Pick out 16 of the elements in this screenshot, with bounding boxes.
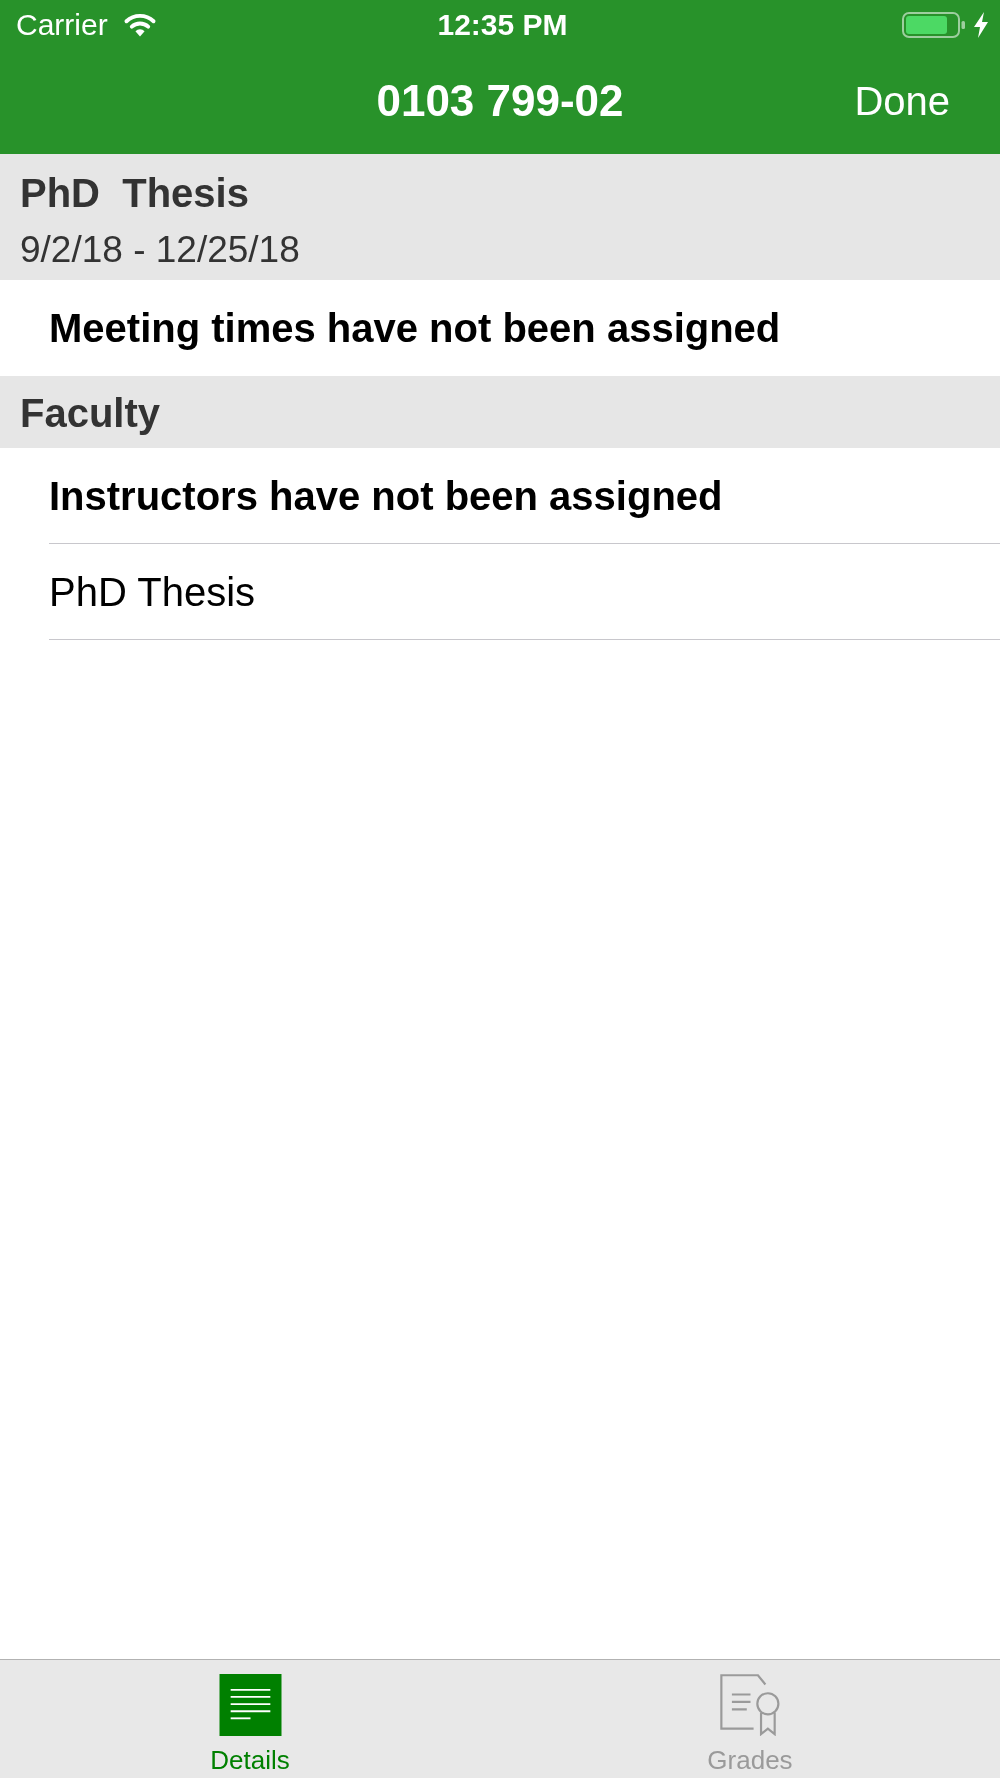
section-title: PhD Thesis	[20, 170, 250, 217]
clock-time: 12:35 PM	[437, 7, 568, 43]
notice-text: Instructors have not been assigned	[49, 472, 723, 520]
lightning-bolt-icon	[973, 12, 989, 38]
document-lines-icon	[218, 1674, 282, 1736]
date-range: 9/2/18 - 12/25/18	[20, 228, 301, 272]
section-title: Faculty	[20, 390, 162, 437]
tab[interactable]: Grades	[500, 1660, 1000, 1778]
wifi-icon	[122, 13, 157, 37]
tab[interactable]: Details	[0, 1660, 500, 1778]
certificate-icon	[718, 1674, 782, 1736]
notice-text: Meeting times have not been assigned	[49, 305, 781, 352]
list-item-label: PhD Thesis	[49, 568, 255, 616]
carrier-label: Carrier	[16, 7, 108, 43]
nav-title: 0103 799-02	[376, 75, 624, 127]
done-button[interactable]: Done	[854, 77, 950, 125]
